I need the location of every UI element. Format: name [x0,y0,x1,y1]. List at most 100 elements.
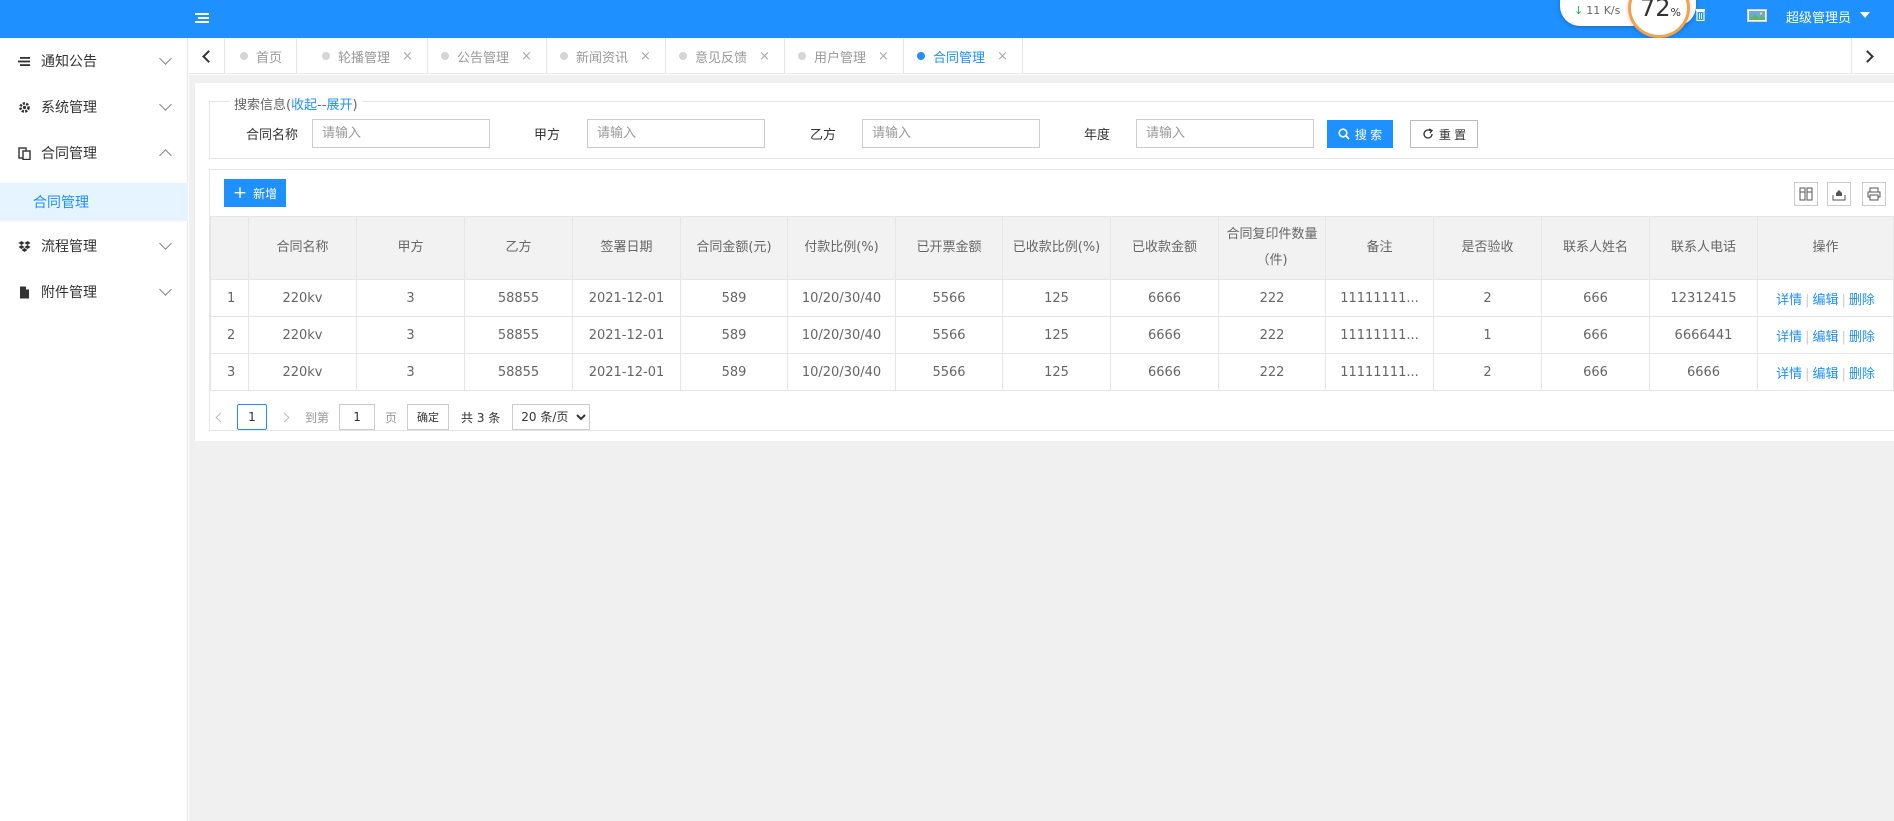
sidebar-item-label: 流程管理 [41,239,97,255]
add-button[interactable]: + 新增 [224,179,286,207]
table-header-cell: 联系人电话 [1649,216,1758,280]
pagination: 1 到第 页 确定 共 3 条 20 条/页 [209,403,591,431]
gauge-unit: % [1670,6,1681,19]
party-b-input[interactable] [862,119,1040,148]
sidebar-subitem-contract[interactable]: 合同管理 [0,183,188,221]
print-button[interactable] [1862,182,1886,206]
menu-toggle-icon[interactable] [195,13,209,25]
delete-link[interactable]: 删除 [1849,293,1875,308]
tab-scroll-right-button[interactable] [1851,38,1887,74]
year-input[interactable] [1136,119,1314,148]
sidebar-item-system[interactable]: 系统管理 [0,84,188,130]
table-cell: 125 [1002,279,1111,317]
table-cell: 6666441 [1649,316,1758,354]
close-icon[interactable]: × [521,49,532,64]
row-actions-cell: 详情 | 编辑 | 删除 [1757,316,1894,354]
close-icon[interactable]: × [759,49,770,64]
next-page-button[interactable] [273,404,295,430]
table-container: + 新增 合同名称 甲方 乙方 签署日期 合同金额(元) 付款比例(%) 已开票… [209,169,1894,431]
table-header-row: 合同名称 甲方 乙方 签署日期 合同金额(元) 付款比例(%) 已开票金额 已收… [210,216,1894,280]
sidebar-item-attachment[interactable]: 附件管理 [0,269,188,315]
expand-link[interactable]: 展开 [326,98,352,113]
table-cell: 220kv [248,279,357,317]
table-cell: 6666 [1110,279,1219,317]
prev-page-button[interactable] [209,404,231,430]
tab-news[interactable]: 新闻资讯 × [546,38,666,74]
table-cell: 222 [1218,316,1326,354]
plus-icon: + [232,182,248,203]
edit-link[interactable]: 编辑 [1812,293,1838,308]
party-a-input[interactable] [587,119,765,148]
contract-table: 合同名称 甲方 乙方 签署日期 合同金额(元) 付款比例(%) 已开票金额 已收… [210,216,1894,391]
contract-name-input[interactable] [312,119,490,148]
chevron-right-icon [279,412,289,422]
table-cell: 2 [1433,279,1542,317]
table-cell: 5566 [895,353,1003,391]
tab-feedback[interactable]: 意见反馈 × [665,38,785,74]
table-cell: 125 [1002,353,1111,391]
sidebar-item-process[interactable]: 流程管理 [0,223,188,269]
table-cell: 6666 [1110,316,1219,354]
close-icon[interactable]: × [997,49,1008,64]
reset-button[interactable]: 重 置 [1410,120,1478,148]
chevron-left-icon [202,49,215,63]
table-cell: 11111111... [1325,316,1434,354]
trash-icon[interactable] [1695,8,1706,21]
tab-users[interactable]: 用户管理 × [784,38,904,74]
export-button[interactable] [1827,182,1851,206]
delete-link[interactable]: 删除 [1849,330,1875,345]
page-number-current[interactable]: 1 [237,404,267,430]
download-arrow-icon: ↓ [1574,4,1584,17]
goto-page-input[interactable] [339,404,376,430]
page-size-select[interactable]: 20 条/页 [512,404,591,430]
tab-scroll-left-button[interactable] [189,38,225,74]
tab-label: 公告管理 [457,50,510,66]
close-icon[interactable]: × [640,49,651,64]
table-cell: 2021-12-01 [572,279,681,317]
delete-link[interactable]: 删除 [1849,367,1875,382]
row-index-cell: 1 [210,279,249,317]
avatar-image-icon[interactable] [1747,9,1767,24]
table-cell: 666 [1541,279,1650,317]
edit-link[interactable]: 编辑 [1812,330,1838,345]
table-cell: 125 [1002,316,1111,354]
search-icon [1338,128,1350,140]
tab-bar: 首页 轮播管理 × 公告管理 × 新闻资讯 × 意见反馈 × 用户管理 × 合同管理 × [189,38,1894,74]
tab-announcement[interactable]: 公告管理 × [427,38,547,74]
tab-home[interactable]: 首页 [226,38,298,74]
sidebar-item-notice[interactable]: 通知公告 [0,38,188,84]
detail-link[interactable]: 详情 [1776,330,1802,345]
tab-carousel[interactable]: 轮播管理 × [308,38,428,74]
caret-down-icon[interactable] [1860,12,1870,18]
detail-link[interactable]: 详情 [1776,293,1802,308]
edit-link[interactable]: 编辑 [1812,367,1838,382]
close-icon[interactable]: × [402,49,413,64]
collapse-link[interactable]: 收起 [291,98,317,113]
export-icon [1832,190,1846,201]
sidebar-item-label: 合同管理 [41,146,97,162]
action-separator: | [1805,292,1810,308]
top-header: ↓ 11 K/s 72% 超级管理员 [0,0,1894,38]
search-button[interactable]: 搜 索 [1327,120,1393,148]
tab-label: 新闻资讯 [576,50,629,66]
total-count: 共 3 条 [461,410,501,425]
contract-name-label: 合同名称 [246,128,299,143]
table-header-cell: 付款比例(%) [787,216,896,280]
sidebar-item-contract[interactable]: 合同管理 [0,130,188,176]
table-cell: 2021-12-01 [572,316,681,354]
tab-dot [441,52,449,60]
party-b-label: 乙方 [810,128,837,143]
goto-confirm-button[interactable]: 确定 [407,404,450,430]
table-cell: 10/20/30/40 [787,316,896,354]
year-label: 年度 [1084,128,1111,143]
column-filter-button[interactable] [1794,182,1818,206]
user-name-menu[interactable]: 超级管理员 [1786,7,1851,26]
detail-link[interactable]: 详情 [1776,367,1802,382]
close-icon[interactable]: × [878,49,889,64]
tab-contract[interactable]: 合同管理 × [903,38,1023,74]
reset-button-label: 重 置 [1438,127,1467,142]
tab-label: 意见反馈 [695,50,748,66]
tab-label: 轮播管理 [338,50,391,66]
table-header-cell: 乙方 [464,216,573,280]
main-content: 搜索信息(收起--展开) 合同名称 甲方 乙方 年度 搜 索 重 置 + 新增 [189,75,1894,821]
